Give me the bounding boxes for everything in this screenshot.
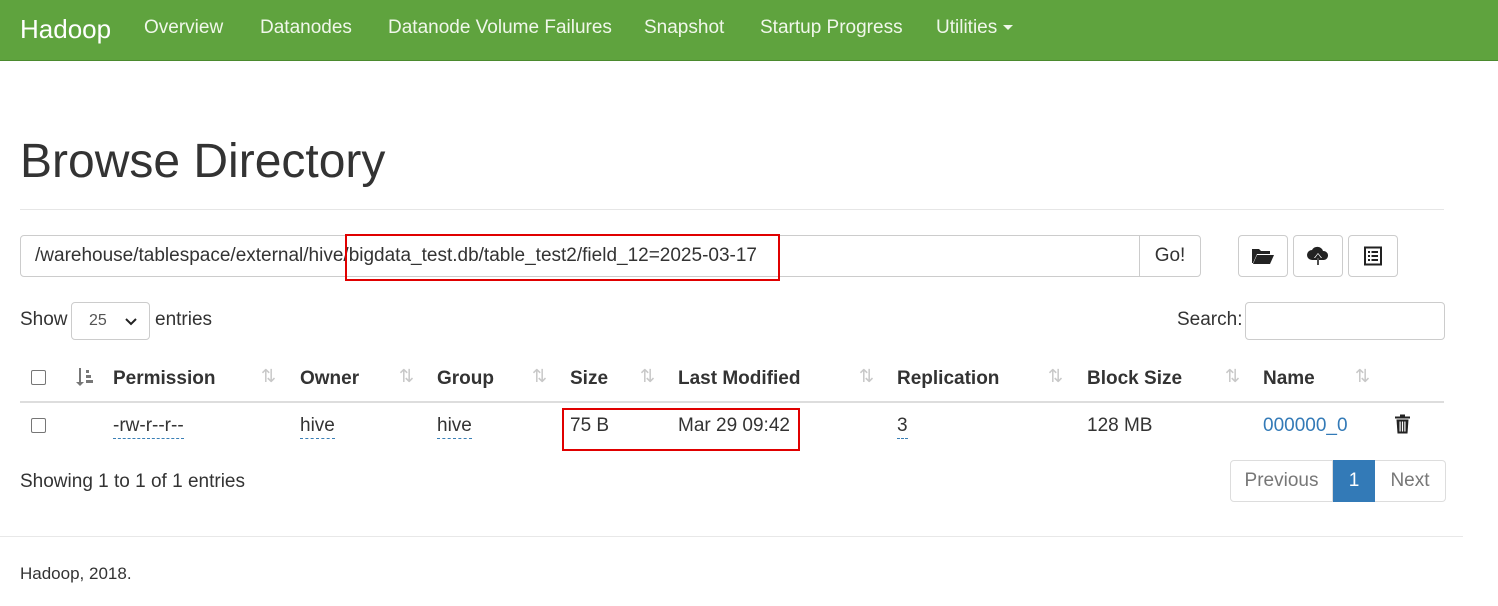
sort-icon[interactable]: ⇅: [399, 366, 414, 387]
row-checkbox[interactable]: [31, 418, 46, 433]
page-size-select[interactable]: 25: [71, 302, 150, 340]
create-directory-button[interactable]: [1238, 235, 1288, 277]
footer-text: Hadoop, 2018.: [20, 564, 132, 583]
page-1-button[interactable]: 1: [1333, 460, 1375, 502]
search-input[interactable]: [1245, 302, 1445, 340]
nav-datanodes[interactable]: Datanodes: [260, 17, 352, 39]
cell-last-modified: Mar 29 09:42: [678, 415, 790, 436]
cloud-upload-icon: [1307, 246, 1329, 265]
page-title: Browse Directory: [20, 135, 386, 188]
go-button[interactable]: Go!: [1139, 235, 1201, 277]
top-navbar: Hadoop Overview Datanodes Datanode Volum…: [0, 0, 1498, 61]
col-last-modified[interactable]: Last Modified: [678, 368, 800, 390]
sort-icon[interactable]: ⇅: [1355, 366, 1370, 387]
footer-divider: [0, 536, 1463, 537]
list-icon: [1364, 246, 1382, 266]
col-block-size[interactable]: Block Size: [1087, 368, 1182, 390]
show-label: Show: [20, 309, 68, 330]
sort-icon[interactable]: ⇅: [1225, 366, 1240, 387]
cell-group[interactable]: hive: [437, 415, 472, 439]
col-owner[interactable]: Owner: [300, 368, 359, 390]
divider: [20, 209, 1444, 210]
brand-logo[interactable]: Hadoop: [20, 14, 111, 45]
previous-button[interactable]: Previous: [1230, 460, 1333, 502]
cell-permission[interactable]: -rw-r--r--: [113, 415, 184, 439]
cell-name-link[interactable]: 000000_0: [1263, 415, 1348, 437]
cut-paste-button[interactable]: [1348, 235, 1398, 277]
nav-utilities-dropdown[interactable]: Utilities: [936, 17, 1014, 39]
next-button[interactable]: Next: [1375, 460, 1446, 502]
col-size[interactable]: Size: [570, 368, 608, 390]
entries-label: entries: [155, 309, 213, 330]
sort-amount-asc-icon[interactable]: [75, 367, 95, 387]
upload-files-button[interactable]: [1293, 235, 1343, 277]
nav-snapshot[interactable]: Snapshot: [644, 17, 724, 39]
cell-block-size: 128 MB: [1087, 415, 1153, 436]
cell-owner[interactable]: hive: [300, 415, 335, 439]
search-label: Search:: [1177, 309, 1243, 330]
chevron-down-icon: [125, 318, 137, 326]
col-replication[interactable]: Replication: [897, 368, 999, 390]
cell-replication[interactable]: 3: [897, 415, 908, 439]
folder-open-icon: [1252, 249, 1274, 264]
page-size-value: 25: [89, 312, 107, 329]
nav-utilities-label: Utilities: [936, 17, 998, 38]
sort-icon[interactable]: ⇅: [859, 366, 874, 387]
trash-icon[interactable]: [1394, 414, 1411, 434]
sort-icon[interactable]: ⇅: [1048, 366, 1063, 387]
directory-path-input[interactable]: [20, 235, 1141, 277]
sort-icon[interactable]: ⇅: [640, 366, 655, 387]
select-all-checkbox[interactable]: [31, 370, 46, 385]
nav-datanode-volume-failures[interactable]: Datanode Volume Failures: [388, 17, 612, 39]
col-group[interactable]: Group: [437, 368, 494, 390]
col-name[interactable]: Name: [1263, 368, 1315, 390]
nav-startup-progress[interactable]: Startup Progress: [760, 17, 903, 39]
pagination: Previous 1 Next: [1230, 460, 1446, 502]
table-info: Showing 1 to 1 of 1 entries: [20, 471, 245, 492]
table-header-divider: [20, 401, 1444, 403]
nav-overview[interactable]: Overview: [144, 17, 223, 39]
cell-size: 75 B: [570, 415, 610, 436]
sort-icon[interactable]: ⇅: [532, 366, 547, 387]
caret-down-icon: [1003, 25, 1014, 31]
col-permission[interactable]: Permission: [113, 368, 215, 390]
sort-icon[interactable]: ⇅: [261, 366, 276, 387]
